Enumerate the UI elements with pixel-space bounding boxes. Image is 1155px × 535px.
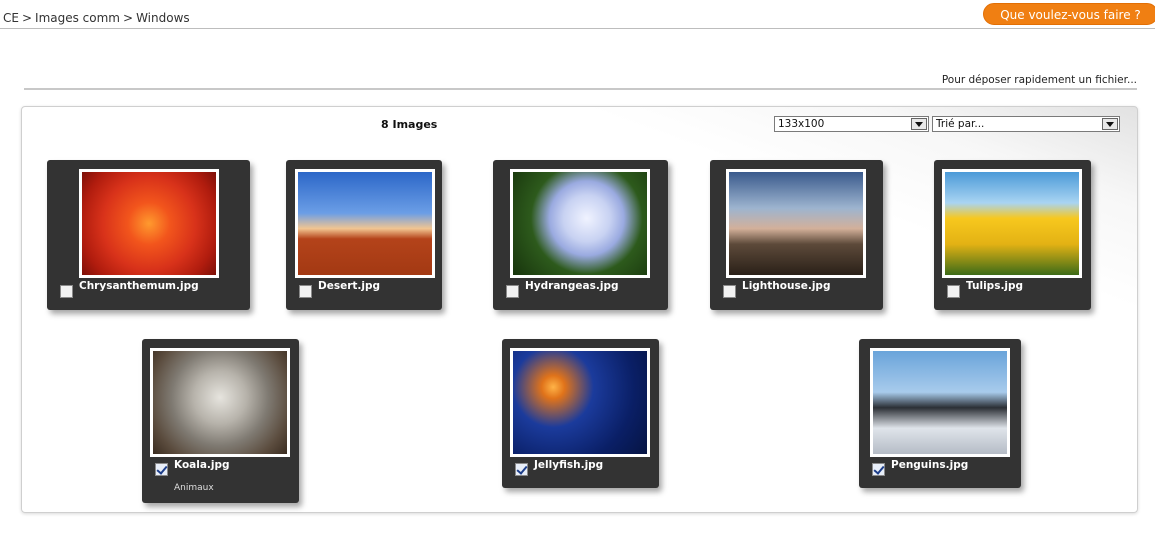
file-name[interactable]: Tulips.jpg <box>966 280 1023 292</box>
file-name[interactable]: Koala.jpg <box>174 459 230 471</box>
file-name[interactable]: Jellyfish.jpg <box>534 459 603 471</box>
breadcrumb-item-ce[interactable]: CE <box>3 11 19 25</box>
thumbnail-size-select[interactable]: 133x100 <box>774 116 929 132</box>
image-thumbnail[interactable] <box>295 169 435 278</box>
image-tile[interactable]: Hydrangeas.jpg <box>493 160 668 310</box>
image-tile[interactable]: Koala.jpg Animaux <box>142 339 299 503</box>
image-thumbnail[interactable] <box>870 348 1010 457</box>
tile-checkbox[interactable] <box>872 463 885 476</box>
image-tile[interactable]: Chrysanthemum.jpg <box>47 160 250 310</box>
image-thumbnail[interactable] <box>510 169 650 278</box>
header-divider <box>0 28 1155 29</box>
image-thumbnail[interactable] <box>79 169 219 278</box>
breadcrumb-separator: > <box>21 11 33 25</box>
breadcrumb: CE > Images comm > Windows <box>3 11 190 25</box>
tile-checkbox[interactable] <box>723 285 736 298</box>
dropdown-arrow-icon <box>1102 118 1118 130</box>
thumbnail-size-value: 133x100 <box>778 118 825 130</box>
image-tile[interactable]: Jellyfish.jpg <box>502 339 659 488</box>
image-thumbnail[interactable] <box>510 348 650 457</box>
image-tag: Animaux <box>174 483 214 493</box>
section-divider <box>24 88 1137 90</box>
file-name[interactable]: Lighthouse.jpg <box>742 280 830 292</box>
image-count: 8 Images <box>381 118 438 131</box>
tile-checkbox[interactable] <box>299 285 312 298</box>
quick-upload-link[interactable]: Pour déposer rapidement un fichier... <box>942 74 1137 86</box>
image-tile[interactable]: Tulips.jpg <box>934 160 1091 310</box>
file-name[interactable]: Hydrangeas.jpg <box>525 280 618 292</box>
file-name[interactable]: Chrysanthemum.jpg <box>79 280 199 292</box>
sort-value: Trié par... <box>936 118 985 130</box>
tile-checkbox[interactable] <box>155 463 168 476</box>
file-name[interactable]: Desert.jpg <box>318 280 380 292</box>
tile-checkbox[interactable] <box>60 285 73 298</box>
tile-checkbox[interactable] <box>947 285 960 298</box>
tile-checkbox[interactable] <box>506 285 519 298</box>
breadcrumb-item-images-comm[interactable]: Images comm <box>35 11 120 25</box>
image-tile[interactable]: Lighthouse.jpg <box>710 160 883 310</box>
tile-checkbox[interactable] <box>515 463 528 476</box>
image-tile[interactable]: Desert.jpg <box>286 160 442 310</box>
image-thumbnail[interactable] <box>150 348 290 457</box>
image-thumbnail[interactable] <box>726 169 866 278</box>
image-tile[interactable]: Penguins.jpg <box>859 339 1021 488</box>
breadcrumb-separator: > <box>123 11 134 25</box>
dropdown-arrow-icon <box>911 118 927 130</box>
file-name[interactable]: Penguins.jpg <box>891 459 968 471</box>
image-thumbnail[interactable] <box>942 169 1082 278</box>
actions-menu-button[interactable]: Que voulez-vous faire ? <box>983 3 1155 25</box>
breadcrumb-item-windows[interactable]: Windows <box>136 11 190 25</box>
sort-select[interactable]: Trié par... <box>932 116 1120 132</box>
